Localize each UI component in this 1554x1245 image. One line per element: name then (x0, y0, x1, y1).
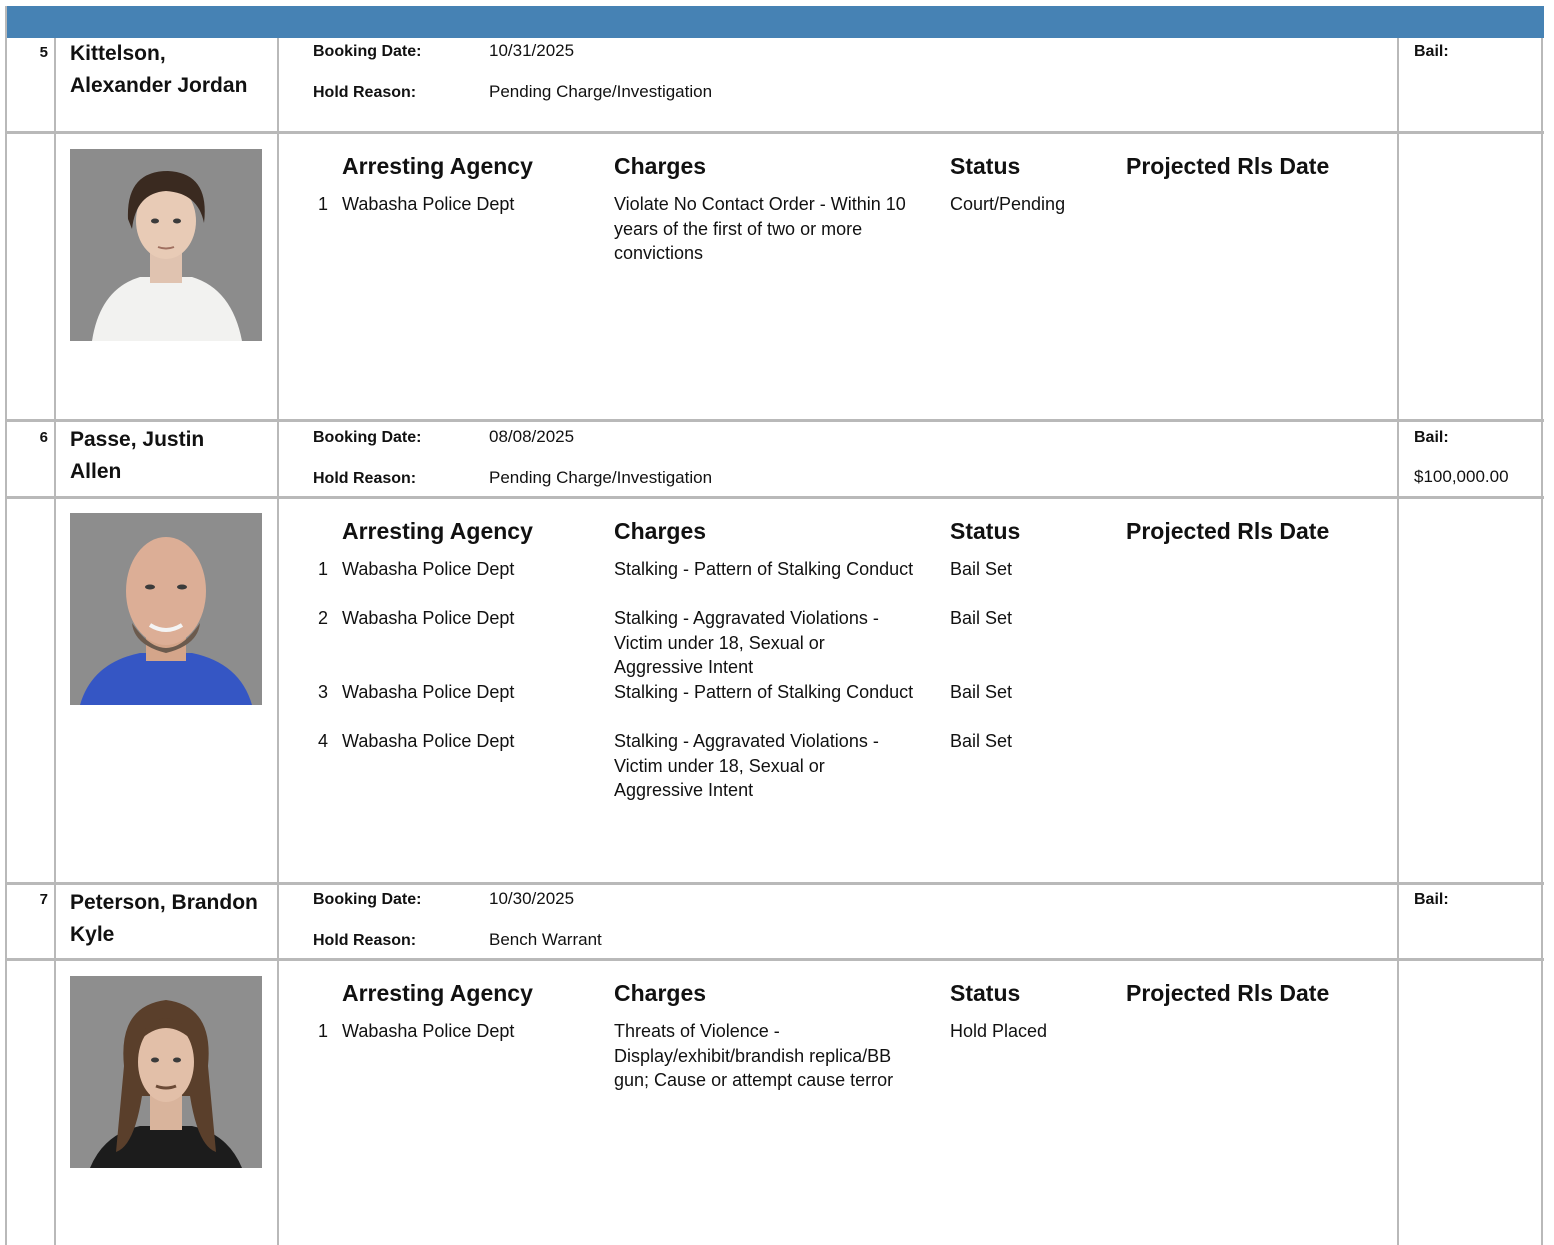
charge-description: Stalking - Pattern of Stalking Conduct (614, 682, 914, 702)
grid-line (6, 496, 1544, 499)
charge-number: 4 (318, 731, 329, 751)
grid-line (5, 6, 7, 1245)
grid-line (1541, 38, 1543, 1245)
hold-reason-value: Pending Charge/Investigation (489, 82, 713, 101)
bail-label: Bail: (1414, 429, 1449, 446)
charge-status: Bail Set (950, 559, 1013, 579)
hold-reason-value: Bench Warrant (489, 930, 602, 949)
charge-agency: Wabasha Police Dept (342, 194, 515, 214)
column-header-agency: Arresting Agency (342, 518, 533, 544)
column-header-release: Projected Rls Date (1126, 980, 1330, 1006)
column-header-charges: Charges (614, 518, 707, 544)
mugshot-photo-image (70, 513, 262, 705)
grid-line (1397, 38, 1399, 1245)
inmate-name[interactable]: Kittelson, Alexander Jordan (70, 38, 260, 102)
record-number: 7 (39, 891, 48, 908)
column-header-agency: Arresting Agency (342, 153, 533, 179)
booking-date-value: 08/08/2025 (489, 427, 575, 446)
hold-reason-label: Hold Reason: (313, 470, 417, 487)
hold-reason-label: Hold Reason: (313, 84, 417, 101)
charge-number: 3 (318, 682, 329, 702)
charge-description: Stalking - Aggravated Violations - Victi… (614, 608, 879, 677)
column-header-release: Projected Rls Date (1126, 153, 1330, 179)
column-header-agency: Arresting Agency (342, 980, 533, 1006)
charge-status: Hold Placed (950, 1021, 1048, 1041)
record-number: 6 (39, 429, 48, 446)
charge-agency: Wabasha Police Dept (342, 608, 515, 628)
charge-status: Bail Set (950, 731, 1013, 751)
booking-date-value: 10/31/2025 (489, 41, 575, 60)
mugshot-photo[interactable] (70, 149, 262, 341)
record-number: 5 (39, 44, 48, 61)
mugshot-photo-image (70, 149, 262, 341)
booking-date-label: Booking Date: (313, 429, 422, 446)
grid-line (6, 131, 1544, 134)
column-header-charges: Charges (614, 153, 707, 179)
grid-line (6, 882, 1544, 885)
charge-number: 1 (318, 559, 329, 579)
booking-date-label: Booking Date: (313, 891, 422, 908)
charge-number: 2 (318, 608, 329, 628)
hold-reason-value: Pending Charge/Investigation (489, 468, 713, 487)
bail-label: Bail: (1414, 43, 1449, 60)
mugshot-photo[interactable] (70, 976, 262, 1168)
column-header-release: Projected Rls Date (1126, 518, 1330, 544)
grid-line (6, 958, 1544, 961)
bail-value: $100,000.00 (1414, 467, 1509, 486)
booking-date-label: Booking Date: (313, 43, 422, 60)
grid-line (277, 38, 279, 1245)
charge-status: Court/Pending (950, 194, 1066, 214)
charge-agency: Wabasha Police Dept (342, 731, 515, 751)
column-header-charges: Charges (614, 980, 707, 1006)
charge-number: 1 (318, 194, 329, 214)
charge-status: Bail Set (950, 682, 1013, 702)
header-bar (6, 6, 1544, 38)
grid-line (6, 419, 1544, 422)
inmate-name[interactable]: Passe, Justin Allen (70, 424, 260, 488)
hold-reason-label: Hold Reason: (313, 932, 417, 949)
charge-agency: Wabasha Police Dept (342, 559, 515, 579)
bail-label: Bail: (1414, 891, 1449, 908)
mugshot-photo-image (70, 976, 262, 1168)
charge-description: Stalking - Pattern of Stalking Conduct (614, 559, 914, 579)
charge-agency: Wabasha Police Dept (342, 682, 515, 702)
charge-description: Stalking - Aggravated Violations - Victi… (614, 731, 879, 800)
column-header-status: Status (950, 153, 1021, 179)
charge-description: Threats of Violence - Display/exhibit/br… (614, 1021, 894, 1090)
grid-line (54, 38, 56, 1245)
charge-number: 1 (318, 1021, 329, 1041)
charge-agency: Wabasha Police Dept (342, 1021, 515, 1041)
column-header-status: Status (950, 518, 1021, 544)
column-header-status: Status (950, 980, 1021, 1006)
charge-status: Bail Set (950, 608, 1013, 628)
booking-date-value: 10/30/2025 (489, 889, 575, 908)
inmate-name[interactable]: Peterson, Brandon Kyle (70, 887, 260, 951)
mugshot-photo[interactable] (70, 513, 262, 705)
charge-description: Violate No Contact Order - Within 10 yea… (614, 194, 906, 263)
